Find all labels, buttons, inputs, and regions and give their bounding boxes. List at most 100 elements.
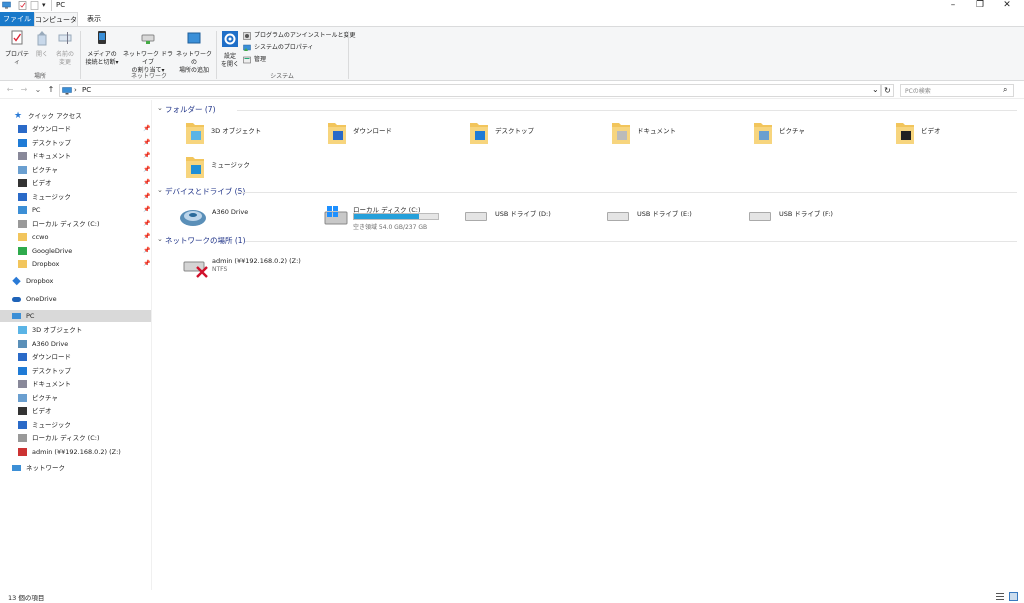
sidebar-item-pc[interactable]: PC [0,310,151,322]
system-properties-icon [243,44,251,51]
collapse-network-icon[interactable]: ⌄ [157,235,163,243]
tab-view[interactable]: 表示 [80,12,108,26]
sidebar-item-network[interactable]: ネットワーク [12,462,65,474]
ribbon: プロパティ 開く 名前の 変更 場所 メディアの 接続と切断▾ ネットワーク ド… [0,26,1024,81]
pin-icon[interactable]: 📌 [143,152,150,159]
sidebar-item-quick-access-entry[interactable]: ローカル ディスク (C:) [18,218,99,230]
sidebar-item-pc-entry[interactable]: ビデオ [18,405,52,417]
refresh-button[interactable]: ↻ [881,84,894,97]
star-icon: ★ [14,111,23,121]
folder-tile[interactable]: ミュージック [185,154,325,184]
sidebar-item-pc-entry[interactable]: ダウンロード [18,351,71,363]
sidebar-item-quick-access-entry[interactable]: デスクトップ [18,137,71,149]
details-view-icon[interactable] [996,593,1004,600]
sidebar-item-quick-access-entry[interactable]: ダウンロード [18,123,71,135]
tab-file[interactable]: ファイル [0,12,34,26]
network-drive-tile-admin[interactable]: admin (¥¥192.168.0.2) (Z:) NTFS [183,256,323,286]
collapse-devices-icon[interactable]: ⌄ [157,186,163,194]
cloud-icon [12,296,21,302]
customize-quick-access-icon[interactable]: ▾ [42,1,46,9]
open-settings-button[interactable]: 設定 を開く [218,30,242,69]
sidebar-item-pc-entry[interactable]: A360 Drive [18,338,68,350]
group-header-network[interactable]: ネットワークの場所 (1) [165,235,246,247]
recent-locations-button[interactable]: ⌄ [32,84,44,96]
breadcrumb-chevron-icon[interactable]: › [74,86,77,94]
folder-tile[interactable]: ピクチャ [753,120,893,150]
pin-icon[interactable]: 📌 [143,247,150,254]
maximize-button[interactable]: ❐ [967,0,993,12]
drive-tile-a360[interactable]: A360 Drive [179,204,319,234]
close-button[interactable]: ✕ [994,0,1020,12]
sidebar-item-quick-access-entry[interactable]: Dropbox [18,258,59,270]
system-properties-button[interactable]: システムのプロパティ [243,43,313,53]
rename-button[interactable]: 名前の 変更 [53,30,77,67]
sidebar-item-quick-access-entry[interactable]: ミュージック [18,191,71,203]
pin-icon[interactable]: 📌 [143,260,150,267]
properties-quick-icon[interactable] [18,1,27,10]
tab-computer[interactable]: コンピューター [34,12,78,38]
add-network-location-button[interactable]: ネットワークの 場所の追加 [174,30,214,75]
folder-tile[interactable]: 3D オブジェクト [185,120,325,150]
sidebar-item-quick-access-entry[interactable]: ビデオ [18,177,52,189]
group-header-devices[interactable]: デバイスとドライブ (5) [165,186,245,198]
sidebar-item-quick-access[interactable]: ★ クイック アクセス [14,110,82,122]
drive-tile-local-c[interactable]: ローカル ディスク (C:) 空き領域 54.0 GB/237 GB [323,204,473,234]
back-button[interactable]: ← [4,84,16,96]
folder-tile[interactable]: ダウンロード [327,120,467,150]
document-icon [18,152,27,160]
usb-drive-icon [749,212,771,221]
folder-tile[interactable]: デスクトップ [469,120,609,150]
pin-icon[interactable]: 📌 [143,139,150,146]
properties-button[interactable]: プロパティ [3,30,31,67]
pin-icon[interactable]: 📌 [143,179,150,186]
pin-icon[interactable]: 📌 [143,125,150,132]
admin-drive-fs: NTFS [212,266,228,273]
usb-drive-tile[interactable]: USB ドライブ (D:) [465,206,605,236]
folder-label: ビデオ [921,127,941,135]
up-button[interactable]: ↑ [45,84,57,96]
pin-icon[interactable]: 📌 [143,220,150,227]
address-dropdown-icon[interactable]: ⌄ [872,85,879,94]
sidebar-item-dropbox[interactable]: Dropbox [12,275,53,287]
group-divider [237,110,1017,111]
search-input[interactable]: PCの検索 ⌕ [900,84,1014,97]
a360-drive-icon [18,339,27,348]
sidebar-item-pc-entry[interactable]: admin (¥¥192.168.0.2) (Z:) [18,446,121,458]
collapse-folders-icon[interactable]: ⌄ [157,104,163,112]
sidebar-item-quick-access-entry[interactable]: ピクチャ [18,164,58,176]
sidebar-item-quick-access-entry[interactable]: PC [18,204,40,216]
media-connect-button[interactable]: メディアの 接続と切断▾ [82,30,122,67]
pictures-folder-icon [754,123,772,144]
folder-tile[interactable]: ドキュメント [611,120,751,150]
sidebar-item-pc-entry[interactable]: ピクチャ [18,392,58,404]
usb-drive-tile[interactable]: USB ドライブ (F:) [749,206,889,236]
open-button[interactable]: 開く [32,30,52,59]
sidebar-label: ドキュメント [32,380,71,388]
manage-button[interactable]: 管理 [243,55,266,65]
map-network-drive-button[interactable]: ネットワーク ドライブ の割り当て▾ [122,30,174,75]
usb-drive-tile[interactable]: USB ドライブ (E:) [607,206,747,236]
address-bar[interactable]: › PC ⌄ [59,84,881,97]
sidebar-label: Dropbox [32,260,60,268]
sidebar-item-quick-access-entry[interactable]: GoogleDrive [18,245,72,257]
sidebar-item-pc-entry[interactable]: デスクトップ [18,365,71,377]
pin-icon[interactable]: 📌 [143,233,150,240]
pin-icon[interactable]: 📌 [143,193,150,200]
sidebar-item-quick-access-entry[interactable]: ドキュメント [18,150,71,162]
pin-icon[interactable]: 📌 [143,206,150,213]
forward-button[interactable]: → [18,84,30,96]
sidebar-item-pc-entry[interactable]: ドキュメント [18,378,71,390]
pin-icon[interactable]: 📌 [143,166,150,173]
sidebar-item-pc-entry[interactable]: ローカル ディスク (C:) [18,432,99,444]
folder-label: 3D オブジェクト [211,127,262,135]
new-folder-quick-icon[interactable] [30,1,39,10]
sidebar-item-pc-entry[interactable]: ミュージック [18,419,71,431]
sidebar-item-pc-entry[interactable]: 3D オブジェクト [18,324,82,336]
minimize-button[interactable]: – [940,0,966,12]
sidebar-item-quick-access-entry[interactable]: ccwo [18,231,48,243]
group-header-folders[interactable]: フォルダー (7) [165,104,216,116]
uninstall-programs-button[interactable]: プログラムのアンインストールと変更 [243,31,355,41]
folder-tile[interactable]: ビデオ [895,120,1024,150]
large-icons-view-icon[interactable] [1009,592,1018,601]
sidebar-item-onedrive[interactable]: OneDrive [12,293,57,305]
